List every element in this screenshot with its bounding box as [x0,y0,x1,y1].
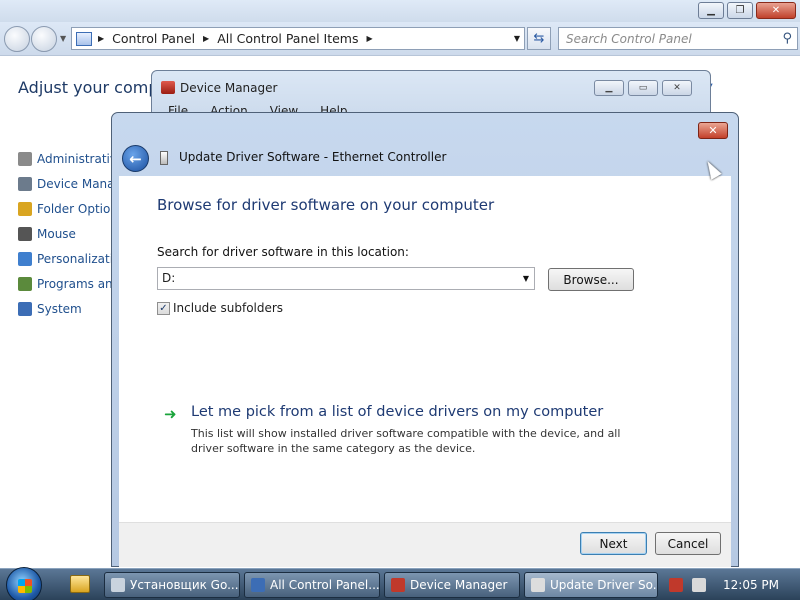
refresh-button[interactable]: ⇆ [527,27,551,50]
dialog-content: Browse for driver software on your compu… [119,176,731,522]
navigation-bar: ▼ ▶ Control Panel ▶ All Control Panel It… [0,22,800,56]
taskbar-button-device-manager[interactable]: Device Manager [384,572,520,598]
taskbar-button-label: Update Driver So... [550,578,658,592]
device-manager-window-controls: ▁ ▭ ✕ [594,80,692,96]
next-button[interactable]: Next [580,532,647,555]
dialog-heading: Browse for driver software on your compu… [157,196,495,214]
close-button[interactable]: ✕ [662,80,692,96]
cp-item-label: Personalizatio [37,251,118,266]
cp-item-mouse[interactable]: Mouse [18,221,118,246]
cp-item-folder-options[interactable]: Folder Option [18,196,118,221]
installer-icon [111,578,125,592]
personalization-icon [18,251,32,266]
control-panel-window-controls: ▁ ❐ ✕ [698,2,796,19]
refresh-icon: ⇆ [533,31,545,46]
forward-button[interactable] [31,26,57,52]
search-input[interactable]: Search Control Panel ⚲ [558,27,798,50]
include-subfolders-row[interactable]: ✓ Include subfolders [157,301,283,315]
dialog-close-button[interactable]: ✕ [698,122,728,139]
taskbar-button-update-driver[interactable]: Update Driver So... [524,572,658,598]
maximize-button[interactable]: ▭ [628,80,658,96]
device-manager-title: Device Manager [180,81,278,95]
device-manager-icon [18,176,32,191]
control-panel-icon [251,578,265,592]
taskbar-button-installer[interactable]: Установщик Go... [104,572,240,598]
driver-location-combobox[interactable]: D: ▼ [157,267,535,290]
device-manager-icon [161,81,175,94]
cp-item-label: Device Manag [37,176,118,191]
taskbar-button-label: All Control Panel... [270,578,380,592]
cp-item-label: Folder Option [37,201,118,216]
start-button[interactable] [6,567,42,600]
cancel-button[interactable]: Cancel [655,532,721,555]
cp-item-system[interactable]: System [18,296,118,321]
maximize-button[interactable]: ❐ [727,2,753,19]
cp-item-label: Mouse [37,226,76,241]
green-arrow-icon: ➜ [164,405,177,423]
windows-logo-icon [18,579,32,593]
mouse-icon [18,226,32,241]
windows-explorer-icon[interactable] [70,575,90,593]
back-button[interactable] [4,26,30,52]
ethernet-device-icon [160,151,168,165]
search-icon[interactable]: ⚲ [782,31,792,46]
pick-from-list-description: This list will show installed driver sof… [191,427,621,455]
taskbar-button-control-panel[interactable]: All Control Panel... [244,572,380,598]
taskbar: Установщик Go... All Control Panel... De… [0,567,800,600]
dialog-footer: Next Cancel [119,522,731,567]
include-subfolders-checkbox[interactable]: ✓ [157,301,170,315]
volume-muted-icon[interactable] [692,578,706,592]
clock[interactable]: 12:05 PM [723,578,779,592]
taskbar-button-label: Установщик Go... [130,578,239,592]
close-button[interactable]: ✕ [756,2,796,19]
minimize-button[interactable]: ▁ [698,2,724,19]
breadcrumb-chevron-icon[interactable]: ▶ [367,34,373,43]
include-subfolders-label[interactable]: Include subfolders [173,301,283,315]
breadcrumb-control-panel[interactable]: Control Panel [112,31,195,46]
pick-from-list-link[interactable]: Let me pick from a list of device driver… [191,404,603,420]
cp-item-label: Programs and [37,276,118,291]
back-arrow-icon[interactable]: ← [122,145,149,172]
breadcrumb-all-items[interactable]: All Control Panel Items [217,31,358,46]
cp-item-administrative-tools[interactable]: Administrative [18,146,118,171]
minimize-button[interactable]: ▁ [594,80,624,96]
address-dropdown-icon[interactable]: ▼ [514,34,520,43]
cp-item-label: System [37,301,82,316]
chevron-down-icon[interactable]: ▼ [523,274,529,283]
update-driver-dialog: ✕ ← Update Driver Software - Ethernet Co… [111,112,739,567]
cp-item-label: Administrative [37,151,118,166]
address-bar[interactable]: ▶ Control Panel ▶ All Control Panel Item… [71,27,525,50]
programs-and-features-icon [18,276,32,291]
browse-button[interactable]: Browse... [548,268,634,291]
taskbar-button-label: Device Manager [410,578,508,592]
dialog-title: Update Driver Software - Ethernet Contro… [179,150,447,164]
action-center-icon[interactable] [669,578,683,592]
control-panel-titlebar: ▁ ❐ ✕ [0,0,800,22]
control-panel-icon [76,31,92,46]
administrative-tools-icon [18,151,32,166]
page-title: Adjust your compu [18,78,169,97]
device-manager-icon [391,578,405,592]
cp-item-programs-and-features[interactable]: Programs and [18,271,118,296]
search-location-label: Search for driver software in this locat… [157,245,409,259]
recent-pages-dropdown-icon[interactable]: ▼ [60,34,66,43]
update-driver-icon [531,578,545,592]
cp-item-device-manager[interactable]: Device Manag [18,171,118,196]
breadcrumb-chevron-icon[interactable]: ▶ [98,34,104,43]
folder-options-icon [18,201,32,216]
search-placeholder: Search Control Panel [566,31,692,46]
driver-location-value: D: [162,271,176,285]
control-panel-items: Administrative Device Manag Folder Optio… [18,146,118,321]
system-icon [18,301,32,316]
cp-item-personalization[interactable]: Personalizatio [18,246,118,271]
breadcrumb-chevron-icon[interactable]: ▶ [203,34,209,43]
